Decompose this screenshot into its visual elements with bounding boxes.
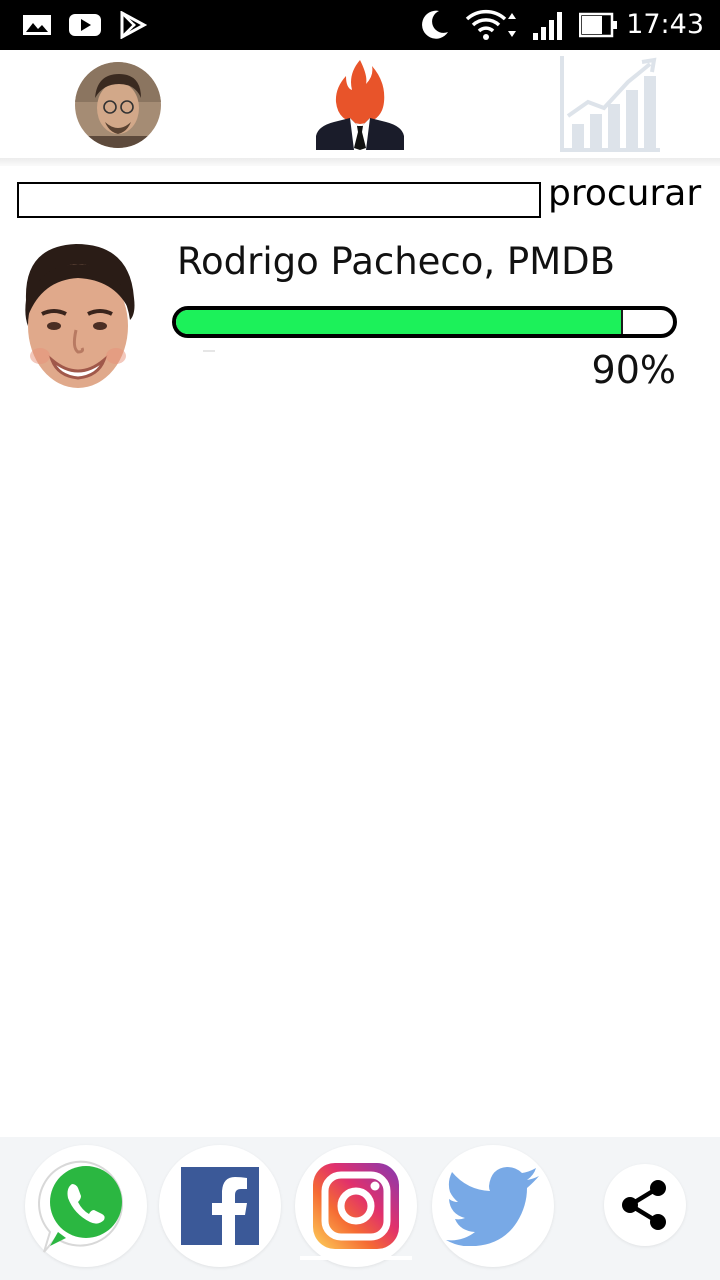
whatsapp-icon [38,1160,123,1253]
candidate-name: Rodrigo Pacheco, PMDB [177,240,616,283]
instagram-icon [313,1163,399,1249]
signal-icon [530,8,568,42]
wifi-icon [464,8,520,42]
whatsapp-share-button[interactable] [25,1145,147,1267]
approval-percent: 90% [591,348,676,392]
gallery-icon [20,8,54,42]
twitter-share-button[interactable] [432,1145,554,1267]
search-input[interactable] [17,182,541,218]
instagram-share-button[interactable] [295,1145,417,1267]
candidates-tab[interactable] [314,58,406,150]
status-time: 17:43 [626,9,704,40]
stats-tab[interactable] [558,54,662,154]
progress-shadow [203,350,215,352]
user-avatar-image [75,62,161,148]
approval-progress-bar [172,306,677,338]
search-button[interactable]: procurar [548,172,701,216]
candidate-flame-icon [316,60,404,150]
top-nav-divider [0,158,720,166]
candidate-photo [12,236,142,402]
user-avatar[interactable] [75,62,161,148]
share-button[interactable] [604,1164,686,1246]
battery-icon [578,8,620,42]
instagram-underline [300,1256,412,1260]
play-store-icon [118,8,148,42]
moon-icon [416,8,452,42]
twitter-icon [446,1167,539,1246]
facebook-share-button[interactable] [159,1145,281,1267]
candidate-list-item[interactable]: Rodrigo Pacheco, PMDB 90% [0,228,720,408]
facebook-icon [181,1167,259,1247]
approval-progress-fill [176,310,624,334]
bar-chart-icon [560,56,660,152]
youtube-icon [67,8,103,42]
share-icon [622,1180,666,1230]
status-bar: 17:43 [0,0,720,50]
